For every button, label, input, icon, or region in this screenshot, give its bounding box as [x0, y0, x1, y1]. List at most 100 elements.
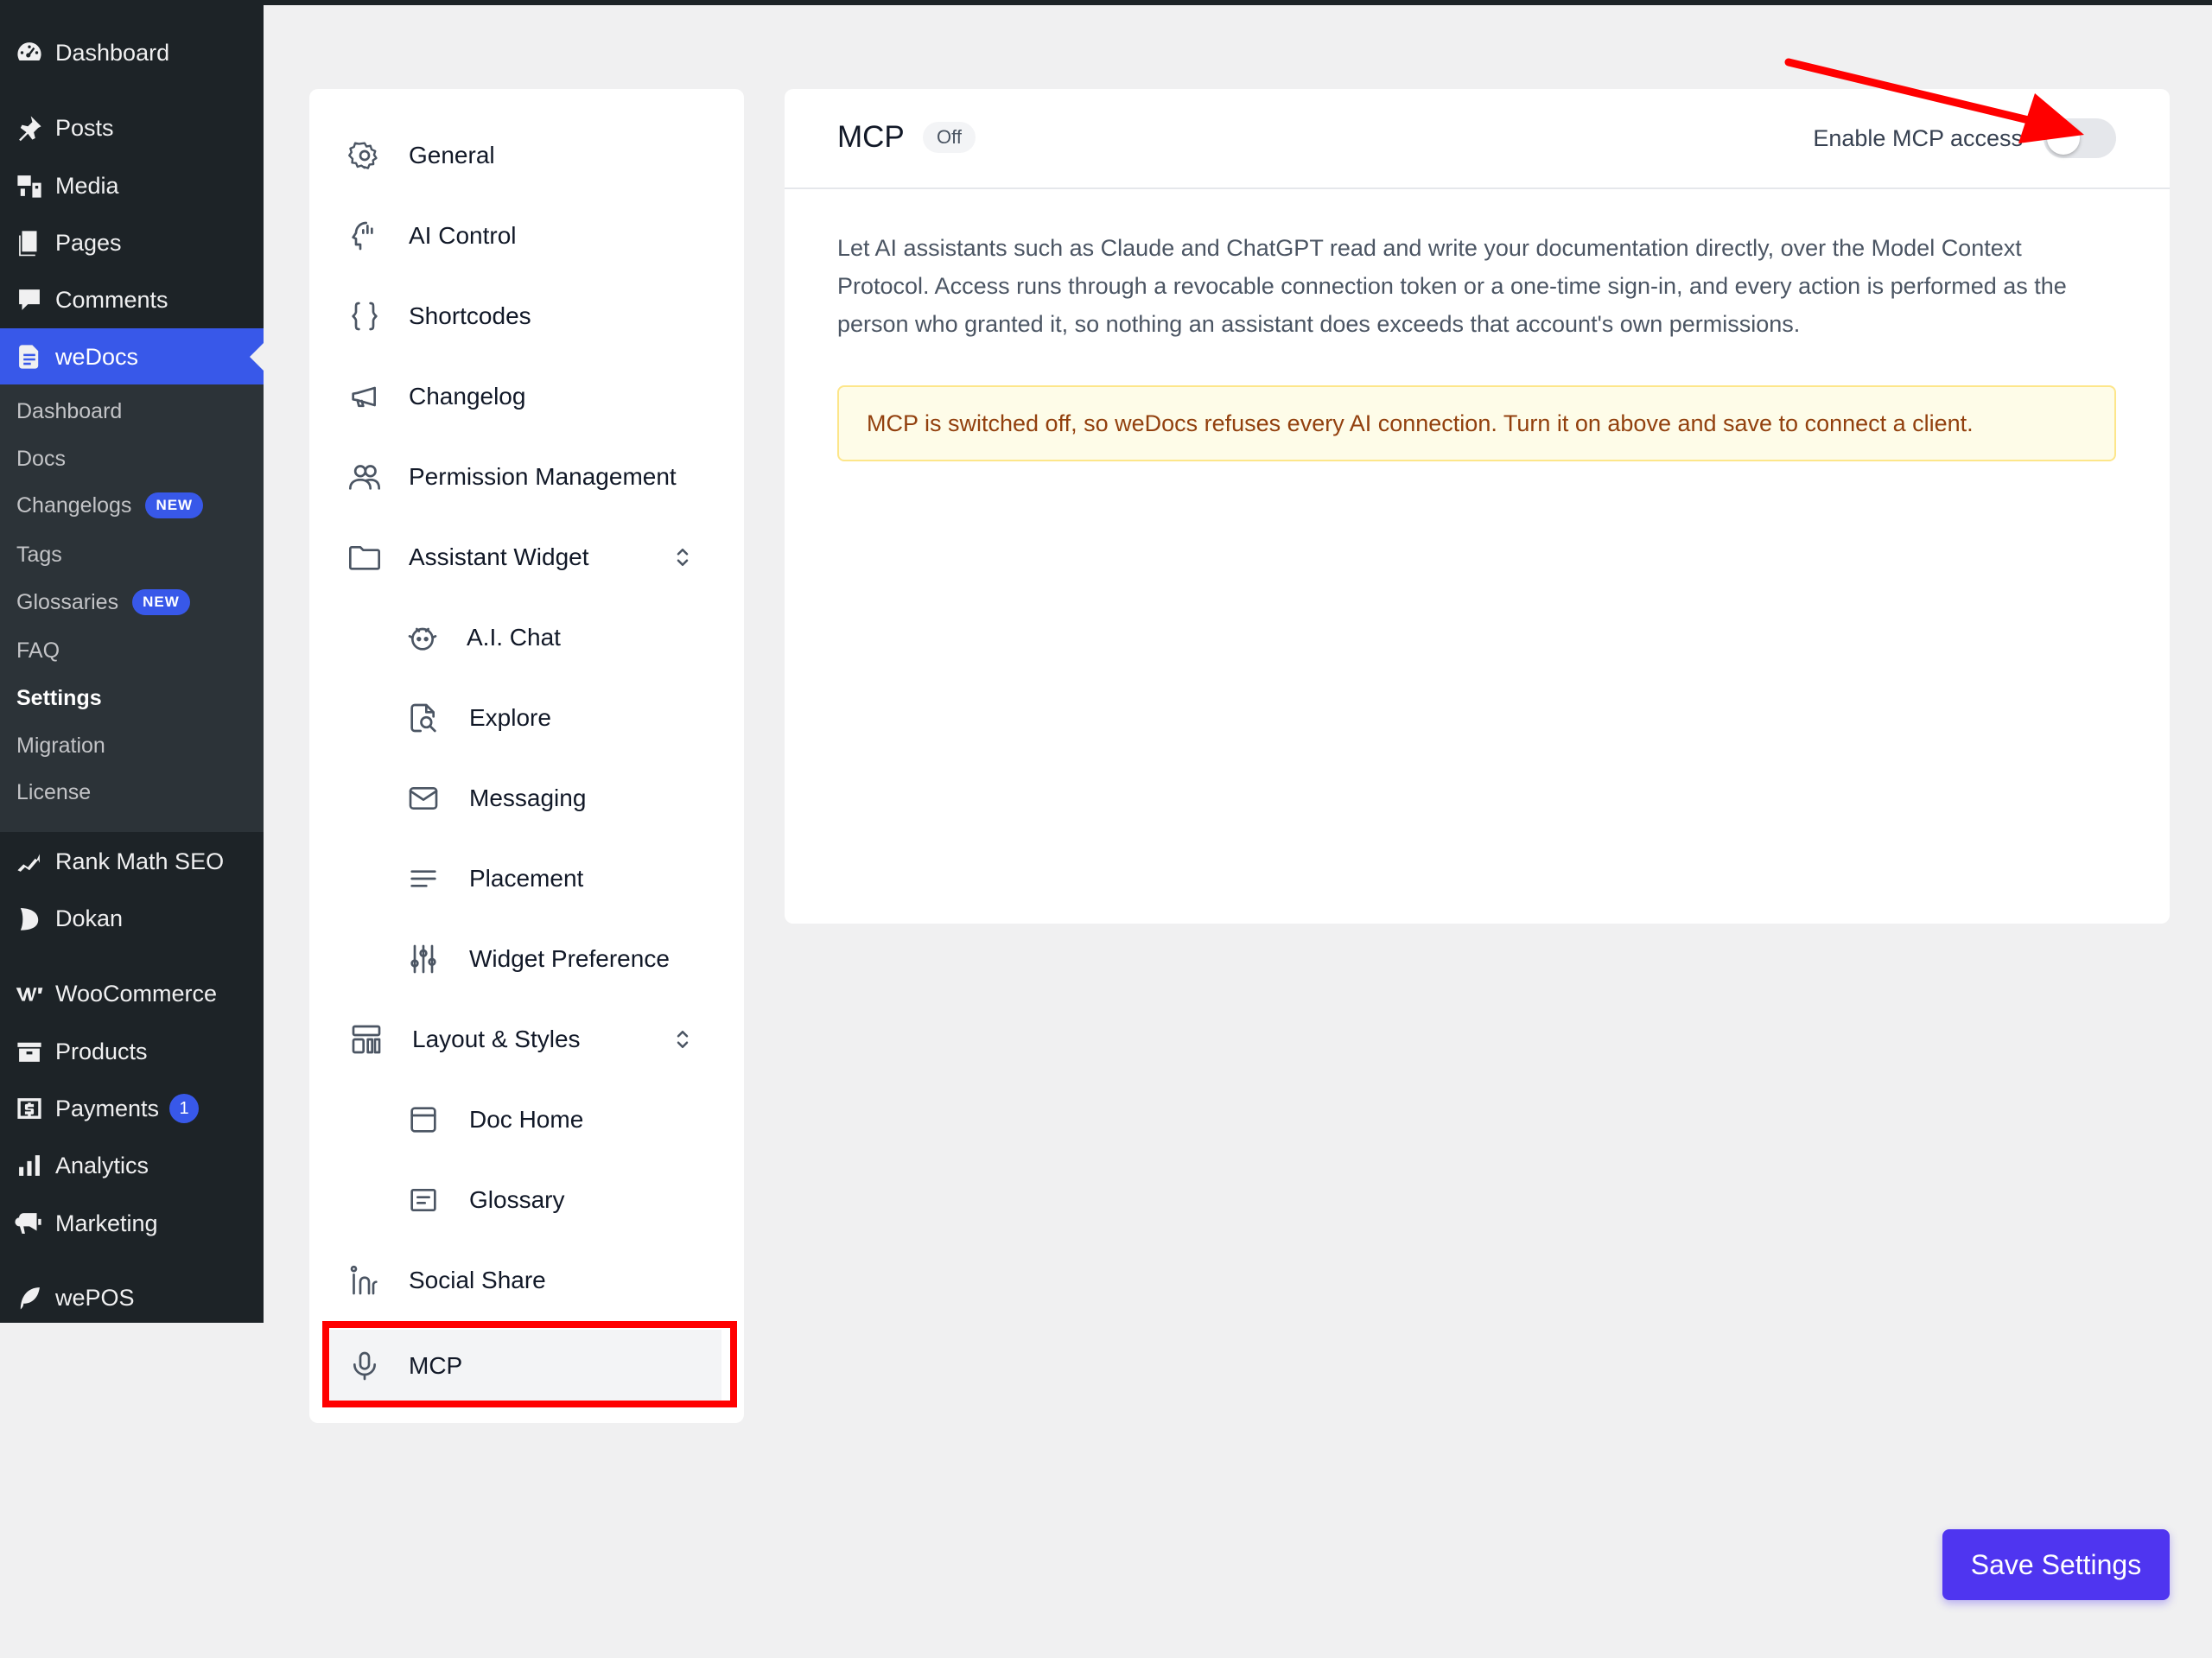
nav-label: Explore — [469, 704, 551, 731]
submenu-docs[interactable]: Docs — [16, 439, 66, 479]
media-icon — [10, 167, 48, 205]
nav-label: Assistant Widget — [409, 543, 589, 570]
nav-social-share[interactable]: Social Share — [309, 1250, 744, 1311]
wp-menu-woocommerce[interactable]: WooCommerce — [0, 965, 264, 1022]
woocommerce-icon — [10, 975, 48, 1013]
wp-menu-dashboard[interactable]: Dashboard — [0, 24, 264, 81]
nav-layout-styles[interactable]: Layout & Styles — [309, 1009, 744, 1070]
window-icon — [404, 1101, 442, 1139]
nav-ai-chat[interactable]: A.I. Chat — [309, 607, 744, 668]
nav-label: AI Control — [409, 222, 517, 249]
chevron-up-down-icon[interactable] — [670, 1026, 696, 1052]
nav-label: Widget Preference — [469, 945, 670, 972]
wp-admin-sidebar: Dashboard Posts Media Pages Comments weD… — [0, 0, 264, 1323]
submenu-tags[interactable]: Tags — [16, 535, 62, 575]
nav-assistant-widget[interactable]: Assistant Widget — [309, 527, 744, 588]
submenu-dashboard[interactable]: Dashboard — [16, 391, 122, 431]
nav-shortcodes[interactable]: Shortcodes — [309, 286, 744, 346]
wp-menu-label: Media — [55, 172, 119, 199]
wp-menu-rank-math[interactable]: Rank Math SEO — [0, 833, 264, 890]
submenu-license[interactable]: License — [16, 772, 91, 812]
settings-nav: General AI Control Shortcodes Changelog … — [309, 89, 744, 1423]
nav-label: Changelog — [409, 383, 526, 410]
ai-head-icon — [346, 217, 384, 255]
nav-label: Permission Management — [409, 463, 677, 490]
nav-label: Shortcodes — [409, 302, 531, 329]
nav-label: MCP — [409, 1352, 463, 1379]
toggle-knob — [2047, 122, 2080, 155]
status-badge: Off — [923, 122, 976, 153]
wp-menu-label: Posts — [55, 114, 114, 141]
wp-menu-label: wePOS — [55, 1284, 135, 1311]
save-settings-button[interactable]: Save Settings — [1942, 1529, 2170, 1600]
wp-menu-label: Payments — [55, 1095, 160, 1121]
wp-menu-payments[interactable]: Payments 1 — [0, 1080, 264, 1137]
microphone-icon — [346, 1347, 384, 1385]
lines-icon — [404, 860, 442, 898]
submenu-label: Tags — [16, 542, 62, 567]
wp-menu-media[interactable]: Media — [0, 157, 264, 214]
wp-menu-label: weDocs — [55, 343, 139, 370]
wp-menu-comments[interactable]: Comments — [0, 271, 264, 328]
nav-label: Layout & Styles — [412, 1026, 581, 1052]
dokan-icon — [10, 899, 48, 937]
wp-menu-products[interactable]: Products — [0, 1023, 264, 1080]
wp-menu-wepos[interactable]: wePOS — [0, 1269, 264, 1326]
nav-permission-management[interactable]: Permission Management — [309, 447, 744, 507]
wp-menu-label: Dokan — [55, 905, 124, 931]
dashboard-icon — [10, 34, 48, 72]
search-doc-icon — [404, 699, 442, 737]
nav-changelog[interactable]: Changelog — [309, 366, 744, 427]
gear-icon — [346, 137, 384, 175]
submenu-glossaries[interactable]: Glossaries NEW — [16, 582, 190, 622]
sliders-icon — [404, 940, 442, 978]
wp-menu-label: Pages — [55, 229, 122, 256]
mcp-off-notice: MCP is switched off, so weDocs refuses e… — [837, 385, 2116, 461]
submenu-label: Glossaries — [16, 589, 119, 614]
rankmath-icon — [10, 842, 48, 880]
submenu-label: Changelogs — [16, 492, 132, 518]
nav-mcp[interactable]: MCP — [330, 1330, 721, 1402]
wp-menu-posts[interactable]: Posts — [0, 99, 264, 156]
nav-general[interactable]: General — [309, 125, 744, 186]
submenu-settings[interactable]: Settings — [16, 678, 102, 718]
nav-widget-preference[interactable]: Widget Preference — [309, 929, 744, 989]
nav-placement[interactable]: Placement — [309, 848, 744, 909]
nav-messaging[interactable]: Messaging — [309, 768, 744, 829]
comments-icon — [10, 281, 48, 319]
enable-mcp-toggle[interactable] — [2044, 118, 2116, 158]
wp-menu-dokan[interactable]: Dokan — [0, 890, 264, 947]
mail-icon — [404, 779, 442, 817]
wedocs-submenu: Dashboard Docs Changelogs NEW Tags Glossa… — [0, 384, 264, 832]
submenu-label: Docs — [16, 446, 66, 471]
nav-label: Glossary — [469, 1186, 565, 1213]
submenu-label: License — [16, 779, 92, 804]
analytics-icon — [10, 1147, 48, 1185]
marketing-icon — [10, 1204, 48, 1242]
nav-glossary[interactable]: Glossary — [309, 1170, 744, 1230]
mcp-settings-card: MCP Off Enable MCP access Let AI assista… — [785, 89, 2170, 924]
wp-menu-analytics[interactable]: Analytics — [0, 1137, 264, 1194]
submenu-changelogs[interactable]: Changelogs NEW — [16, 486, 204, 525]
new-badge: NEW — [132, 589, 190, 615]
nav-ai-control[interactable]: AI Control — [309, 206, 744, 266]
notice-text: MCP is switched off, so weDocs refuses e… — [867, 410, 1974, 436]
pages-icon — [10, 224, 48, 262]
submenu-faq[interactable]: FAQ — [16, 631, 60, 670]
nav-label: General — [409, 142, 495, 168]
page-title: MCP — [837, 120, 905, 154]
submenu-label: Dashboard — [16, 398, 123, 423]
wp-menu-wedocs[interactable]: weDocs — [0, 328, 264, 385]
wedocs-icon — [10, 338, 48, 376]
submenu-migration[interactable]: Migration — [16, 726, 105, 765]
submenu-label: Migration — [16, 733, 105, 758]
wp-menu-marketing[interactable]: Marketing — [0, 1195, 264, 1252]
nav-label: Messaging — [469, 785, 587, 811]
nav-label: Placement — [469, 865, 584, 892]
wp-menu-pages[interactable]: Pages — [0, 214, 264, 271]
chevron-up-down-icon[interactable] — [670, 544, 696, 570]
nav-doc-home[interactable]: Doc Home — [309, 1089, 744, 1150]
pin-icon — [10, 109, 48, 147]
enable-mcp-label: Enable MCP access — [1813, 125, 2023, 151]
nav-explore[interactable]: Explore — [309, 688, 744, 748]
